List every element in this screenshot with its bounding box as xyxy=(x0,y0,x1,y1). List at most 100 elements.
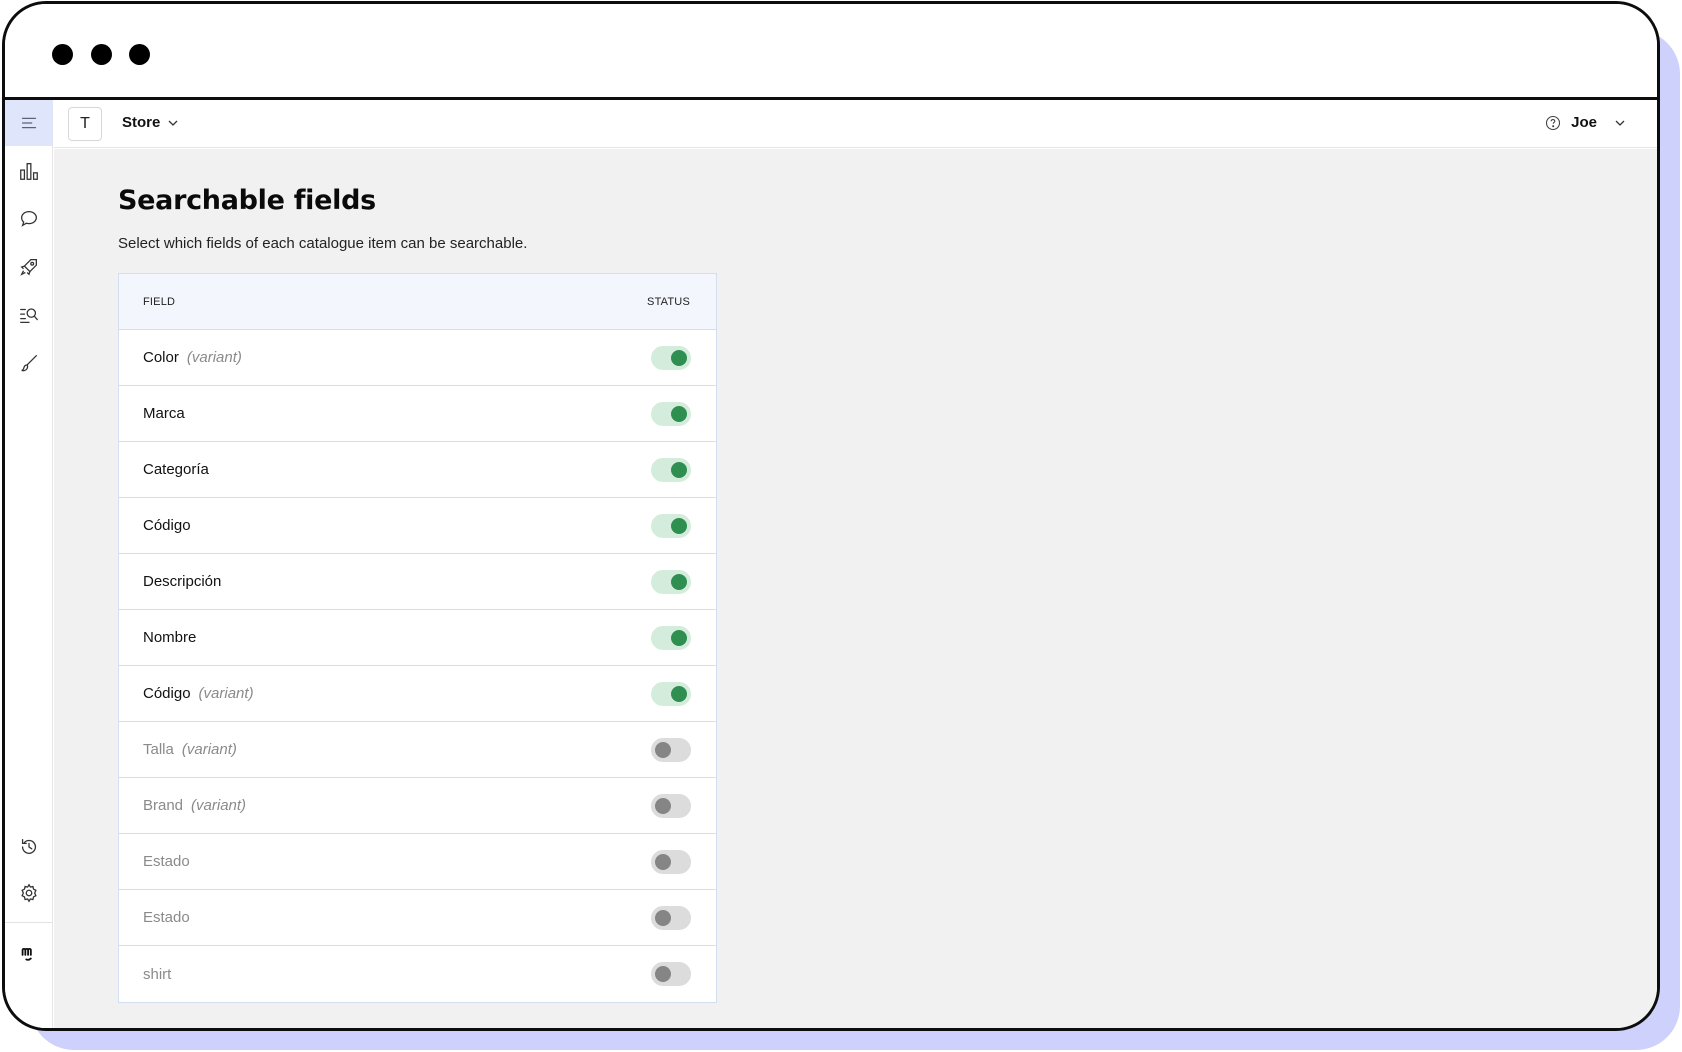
variant-tag: (variant) xyxy=(191,797,247,814)
table-body: Color (variant) Marca Categoría Código Descri… xyxy=(119,330,716,1002)
page-title: Searchable fields xyxy=(118,185,376,216)
field-cell: Estado xyxy=(143,853,190,870)
status-toggle[interactable] xyxy=(651,401,691,426)
field-cell: Estado xyxy=(143,909,190,926)
variant-tag: (variant) xyxy=(198,685,254,702)
top-bar: T Store Joe xyxy=(54,100,1657,148)
column-header-field: FIELD xyxy=(143,295,176,308)
window-titlebar xyxy=(5,4,1657,100)
field-cell: Talla (variant) xyxy=(143,741,237,758)
status-toggle[interactable] xyxy=(651,962,691,986)
variant-tag: (variant) xyxy=(181,741,237,758)
table-row: Nombre xyxy=(119,610,716,666)
status-toggle[interactable] xyxy=(651,457,691,482)
toggle-knob xyxy=(655,797,671,814)
brand-logo[interactable] xyxy=(5,930,53,976)
sidebar-divider xyxy=(5,922,53,923)
history-icon xyxy=(21,839,37,854)
status-toggle[interactable] xyxy=(651,569,691,594)
store-name: Store xyxy=(122,114,161,131)
field-cell: Nombre xyxy=(143,629,196,646)
chevron-down-icon xyxy=(1615,120,1625,126)
field-name: Color xyxy=(143,349,179,366)
field-name: Código xyxy=(143,517,191,534)
table-row: Color (variant) xyxy=(119,330,716,386)
window-maximize-dot[interactable] xyxy=(129,44,150,65)
search-list-icon xyxy=(20,308,38,323)
toggle-knob xyxy=(655,909,671,926)
sidebar-item-conversations[interactable] xyxy=(5,196,53,242)
field-name: Estado xyxy=(143,853,190,870)
table-row: Marca xyxy=(119,386,716,442)
browser-window: T Store Joe Searchable fields Select whi… xyxy=(2,1,1660,1031)
toggle-knob xyxy=(671,629,687,646)
main-content: Searchable fields Select which fields of… xyxy=(54,149,1657,1028)
status-toggle[interactable] xyxy=(651,849,691,874)
brand-logo-icon xyxy=(21,947,32,961)
status-toggle[interactable] xyxy=(651,905,691,930)
status-toggle[interactable] xyxy=(651,681,691,706)
sidebar-item-search[interactable] xyxy=(5,292,53,338)
status-toggle[interactable] xyxy=(651,625,691,650)
sidebar xyxy=(5,100,53,1028)
sidebar-menu-toggle[interactable] xyxy=(5,100,53,146)
field-cell: Color (variant) xyxy=(143,349,242,366)
page-description: Select which fields of each catalogue it… xyxy=(118,235,528,252)
menu-icon xyxy=(21,117,37,129)
chevron-down-icon xyxy=(168,120,178,126)
toggle-knob xyxy=(671,461,687,478)
table-row: Estado xyxy=(119,890,716,946)
sidebar-item-history[interactable] xyxy=(5,824,53,870)
sidebar-item-boost[interactable] xyxy=(5,244,53,290)
field-cell: shirt xyxy=(143,966,171,983)
status-toggle[interactable] xyxy=(651,793,691,818)
chat-bubble-icon xyxy=(21,211,37,227)
store-avatar[interactable]: T xyxy=(68,107,102,141)
table-row: Talla (variant) xyxy=(119,722,716,778)
variant-tag: (variant) xyxy=(186,349,242,366)
sidebar-item-design[interactable] xyxy=(5,340,53,386)
bar-chart-icon xyxy=(20,163,38,180)
user-menu[interactable]: Joe xyxy=(1545,114,1627,131)
field-name: shirt xyxy=(143,965,172,983)
field-name: Estado xyxy=(143,909,190,926)
window-minimize-dot[interactable] xyxy=(91,44,112,65)
table-row: Brand (variant) xyxy=(119,778,716,834)
status-toggle[interactable] xyxy=(651,345,691,370)
toggle-knob xyxy=(671,573,687,590)
field-cell: Descripción xyxy=(143,573,221,590)
toggle-knob xyxy=(655,741,671,758)
gear-icon xyxy=(21,883,37,903)
toggle-knob xyxy=(655,966,671,982)
field-name: Nombre xyxy=(143,629,197,646)
field-name: Descripción xyxy=(143,573,222,590)
field-cell: Categoría xyxy=(143,461,209,478)
field-cell: Código xyxy=(143,517,191,534)
table-row: shirt xyxy=(119,946,716,1002)
toggle-knob xyxy=(671,517,687,534)
toggle-knob xyxy=(671,685,687,702)
sidebar-item-analytics[interactable] xyxy=(5,148,53,194)
status-toggle[interactable] xyxy=(651,513,691,538)
table-row: Código (variant) xyxy=(119,666,716,722)
status-toggle[interactable] xyxy=(651,737,691,762)
user-name: Joe xyxy=(1571,114,1597,131)
help-icon[interactable] xyxy=(1545,115,1561,131)
brush-icon xyxy=(21,355,37,372)
table-row: Estado xyxy=(119,834,716,890)
window-close-dot[interactable] xyxy=(52,44,73,65)
field-name: Brand xyxy=(143,797,184,814)
field-cell: Brand (variant) xyxy=(143,797,246,814)
field-cell: Código (variant) xyxy=(143,685,254,702)
toggle-knob xyxy=(671,405,687,422)
column-header-status: STATUS xyxy=(647,295,690,308)
field-name: Código xyxy=(143,685,191,702)
rocket-icon xyxy=(20,259,37,276)
sidebar-item-settings[interactable] xyxy=(5,870,53,916)
toggle-knob xyxy=(671,349,687,366)
field-name: Talla xyxy=(143,741,174,758)
field-name: Categoría xyxy=(143,461,209,478)
field-cell: Marca xyxy=(143,405,185,422)
store-selector[interactable]: Store xyxy=(122,114,180,131)
searchable-fields-table: FIELD STATUS Color (variant) Marca Categorí… xyxy=(118,273,717,1003)
